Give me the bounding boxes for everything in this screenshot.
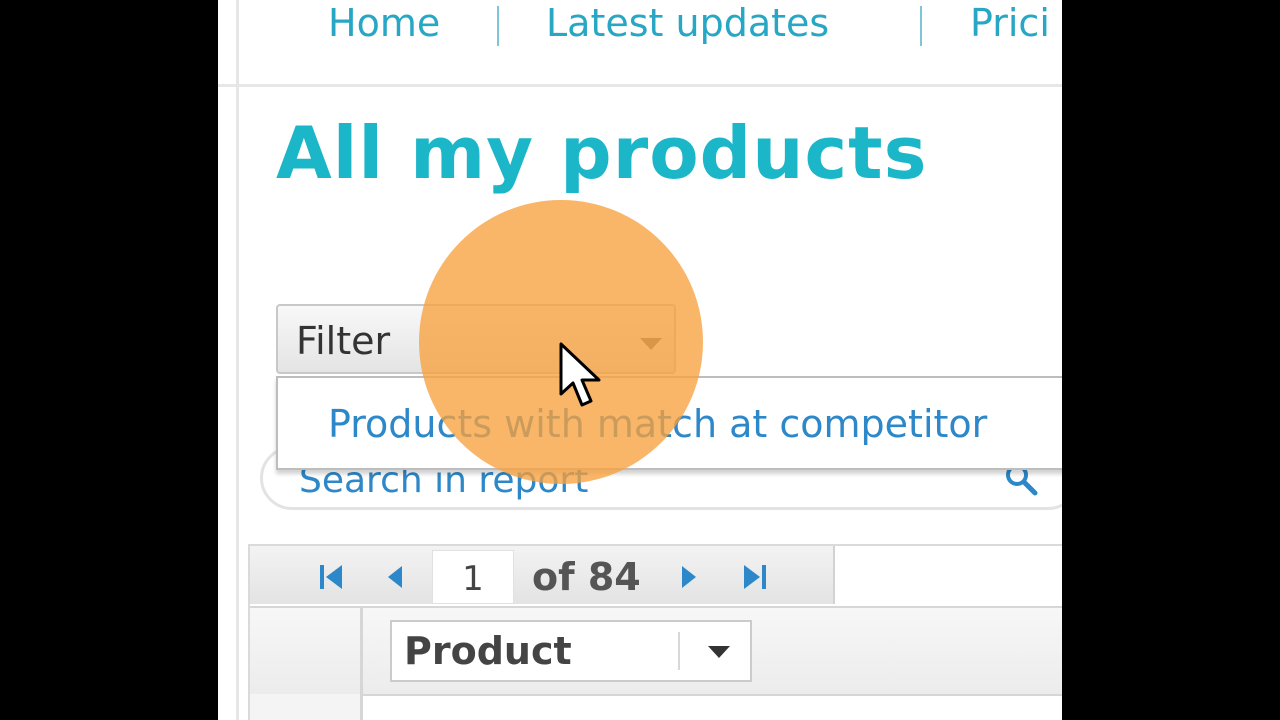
page-count: of 84: [532, 555, 641, 599]
next-page-icon[interactable]: [674, 562, 704, 592]
page-left-border: [236, 0, 239, 720]
mouse-pointer-icon: [559, 342, 601, 407]
previous-page-icon[interactable]: [380, 562, 410, 592]
nav-link-pricing[interactable]: Prici: [970, 0, 1050, 48]
page-number-input[interactable]: 1: [432, 550, 514, 604]
nav-separator: [920, 6, 922, 46]
product-column-filter[interactable]: Product: [390, 620, 752, 682]
chevron-down-icon[interactable]: [708, 646, 730, 658]
table-row: [250, 694, 1062, 720]
first-page-icon[interactable]: [316, 562, 346, 592]
top-navigation: Home Latest updates Prici: [218, 0, 1062, 87]
row-selector: [250, 694, 363, 720]
nav-separator: [497, 6, 499, 46]
row-selector-header: [250, 608, 363, 694]
pager-toolbar: 1 of 84: [250, 546, 835, 604]
nav-link-home[interactable]: Home: [328, 0, 440, 48]
report-grid: 1 of 84 Product: [248, 544, 1062, 720]
page-title: All my products: [276, 111, 928, 195]
column-header-product: Product: [404, 629, 572, 673]
nav-link-latest-updates[interactable]: Latest updates: [546, 0, 829, 48]
column-filter-separator: [678, 632, 680, 670]
last-page-icon[interactable]: [740, 562, 770, 592]
table-header-row: Product: [250, 606, 1062, 696]
filter-label: Filter: [296, 319, 391, 363]
